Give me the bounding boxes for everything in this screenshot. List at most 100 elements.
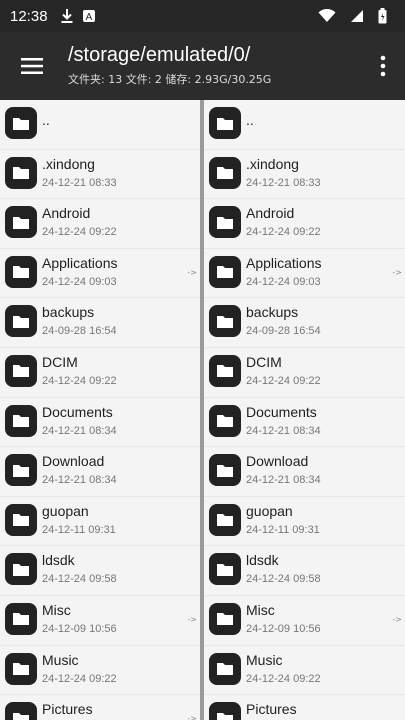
folder-name: backups: [42, 304, 95, 321]
folder-icon: [209, 404, 241, 437]
battery-icon: [378, 8, 387, 24]
folder-icon: [5, 305, 37, 338]
folder-name: Download: [246, 453, 309, 470]
folder-modified-date: 24-12-24 09:58: [42, 573, 117, 586]
folder-modified-date: 24-12-21 08:34: [42, 424, 117, 437]
folder-row[interactable]: DCIM 24-12-24 09:22: [0, 348, 200, 398]
right-pane[interactable]: .. .xindong 24-12-21 08:33 Android 24-12-24 …: [204, 100, 405, 720]
folder-icon: [5, 602, 37, 635]
folder-name: Pictures: [42, 701, 93, 718]
folder-icon: [5, 652, 37, 685]
folder-icon: [209, 305, 241, 338]
folder-row[interactable]: Android 24-12-24 09:22: [0, 199, 200, 249]
folder-row[interactable]: Android 24-12-24 09:22: [204, 199, 405, 249]
folder-icon: [5, 553, 37, 586]
folder-name: Documents: [246, 403, 317, 420]
signal-icon: [350, 9, 364, 23]
folder-row[interactable]: Pictures: [204, 695, 405, 720]
hamburger-menu-icon: [21, 58, 43, 74]
folder-modified-date: 24-12-24 09:03: [42, 275, 117, 288]
symlink-arrow-icon: ->: [187, 267, 197, 277]
folder-row[interactable]: ldsdk 24-12-24 09:58: [0, 546, 200, 596]
symlink-arrow-icon: ->: [392, 614, 402, 624]
folder-row[interactable]: Misc 24-12-09 10:56 ->: [0, 596, 200, 646]
folder-icon: [5, 454, 37, 487]
folder-row[interactable]: Music 24-12-24 09:22: [204, 646, 405, 696]
folder-icon: [5, 404, 37, 437]
folder-name: Applications: [246, 254, 322, 271]
folder-icon: [209, 503, 241, 536]
folder-modified-date: 24-12-24 09:22: [246, 374, 321, 387]
folder-modified-date: 24-09-28 16:54: [246, 325, 321, 338]
folder-name: Applications: [42, 254, 118, 271]
folder-name: Android: [42, 205, 91, 222]
folder-name: Misc: [246, 601, 275, 618]
folder-modified-date: 24-12-21 08:34: [42, 474, 117, 487]
dual-pane-container: .. .xindong 24-12-21 08:33 Android 24-12-24 …: [0, 100, 405, 720]
folder-icon: [209, 107, 241, 139]
folder-modified-date: 24-12-24 09:03: [246, 275, 321, 288]
folder-modified-date: 24-09-28 16:54: [42, 325, 117, 338]
folder-modified-date: 24-12-24 09:22: [246, 672, 321, 685]
folder-modified-date: 24-12-24 09:22: [246, 226, 321, 239]
folder-modified-date: 24-12-21 08:34: [246, 424, 321, 437]
folder-icon: [5, 206, 37, 239]
folder-modified-date: 24-12-09 10:56: [42, 622, 117, 635]
folder-name: guopan: [246, 502, 293, 519]
menu-button[interactable]: [14, 48, 50, 84]
folder-row[interactable]: Pictures ->: [0, 695, 200, 720]
folder-row[interactable]: Applications 24-12-24 09:03 ->: [204, 249, 405, 299]
folder-row[interactable]: Applications 24-12-24 09:03 ->: [0, 249, 200, 299]
folder-icon: [5, 107, 37, 139]
folder-modified-date: 24-12-21 08:34: [246, 474, 321, 487]
folder-icon: [209, 454, 241, 487]
symlink-arrow-icon: ->: [187, 714, 197, 720]
folder-name: ..: [246, 112, 254, 128]
folder-row[interactable]: Documents 24-12-21 08:34: [0, 398, 200, 448]
parent-directory-row[interactable]: ..: [204, 100, 405, 150]
folder-icon: [5, 255, 37, 288]
folder-row[interactable]: .xindong 24-12-21 08:33: [0, 150, 200, 200]
folder-row[interactable]: Misc 24-12-09 10:56 ->: [204, 596, 405, 646]
folder-name: Documents: [42, 403, 113, 420]
folder-icon: [5, 156, 37, 189]
download-icon: [60, 8, 74, 24]
folder-name: Pictures: [246, 701, 297, 718]
folder-modified-date: 24-12-11 09:31: [42, 523, 116, 536]
folder-row[interactable]: ldsdk 24-12-24 09:58: [204, 546, 405, 596]
text-notification-icon: A: [82, 9, 96, 23]
folder-row[interactable]: backups 24-09-28 16:54: [0, 298, 200, 348]
folder-row[interactable]: Documents 24-12-21 08:34: [204, 398, 405, 448]
folder-name: DCIM: [42, 353, 78, 370]
folder-name: ldsdk: [246, 552, 279, 569]
folder-name: Misc: [42, 601, 71, 618]
folder-row[interactable]: backups 24-09-28 16:54: [204, 298, 405, 348]
symlink-arrow-icon: ->: [187, 614, 197, 624]
folder-modified-date: 24-12-24 09:58: [246, 573, 321, 586]
folder-row[interactable]: Download 24-12-21 08:34: [204, 447, 405, 497]
folder-modified-date: 24-12-09 10:56: [246, 622, 321, 635]
folder-row[interactable]: guopan 24-12-11 09:31: [204, 497, 405, 547]
folder-icon: [5, 503, 37, 536]
folder-icon: [209, 354, 241, 387]
folder-row[interactable]: .xindong 24-12-21 08:33: [204, 150, 405, 200]
overflow-menu-button[interactable]: [371, 50, 395, 82]
folder-name: guopan: [42, 502, 89, 519]
folder-name: Music: [246, 651, 283, 668]
folder-name: backups: [246, 304, 299, 321]
folder-icon: [5, 354, 37, 387]
folder-name: Music: [42, 651, 79, 668]
status-right-icons: [318, 8, 395, 24]
title-block: /storage/emulated/0/ 文件夹: 13 文件: 2 储存: 2…: [68, 42, 359, 87]
folder-row[interactable]: guopan 24-12-11 09:31: [0, 497, 200, 547]
folder-name: ..: [42, 112, 50, 128]
folder-icon: [209, 602, 241, 635]
folder-name: .xindong: [246, 155, 299, 172]
folder-row[interactable]: DCIM 24-12-24 09:22: [204, 348, 405, 398]
parent-directory-row[interactable]: ..: [0, 100, 200, 150]
folder-name: Android: [246, 205, 295, 222]
folder-modified-date: 24-12-21 08:33: [246, 176, 321, 189]
left-pane[interactable]: .. .xindong 24-12-21 08:33 Android 24-12-24 …: [0, 100, 200, 720]
folder-row[interactable]: Music 24-12-24 09:22: [0, 646, 200, 696]
folder-row[interactable]: Download 24-12-21 08:34: [0, 447, 200, 497]
